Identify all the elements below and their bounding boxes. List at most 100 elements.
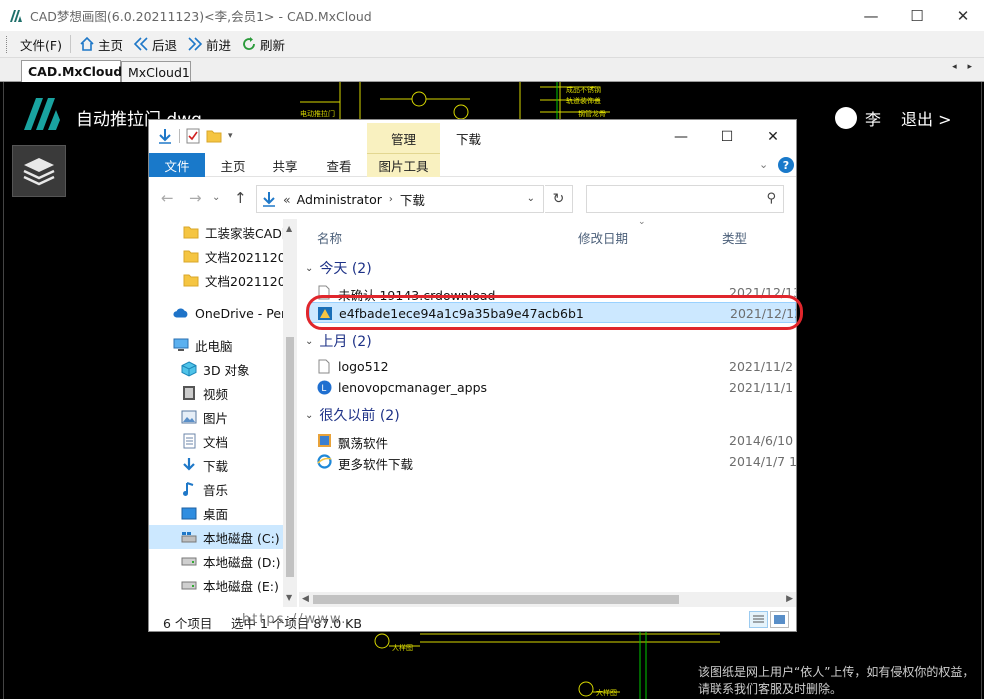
- explorer-minimize-button[interactable]: —: [658, 120, 704, 153]
- file-menu[interactable]: 文件(F): [15, 33, 67, 55]
- column-header-name[interactable]: 名称: [317, 228, 342, 247]
- column-header-type[interactable]: 类型: [722, 228, 747, 247]
- cad-annotation: 成品不锈钢: [566, 86, 601, 94]
- ribbon-tab-picture-tools[interactable]: 图片工具: [367, 153, 440, 177]
- scroll-down-icon[interactable]: ▼: [286, 593, 292, 602]
- table-row-selected[interactable]: e4fbade1ece94a1c9a35ba9e47acb6b1 2021/12…: [309, 302, 796, 323]
- breadcrumb-chevron-icon[interactable]: ›: [389, 194, 393, 205]
- ribbon-tabs: 文件 主页 共享 查看 图片工具 ⌄ ?: [149, 153, 796, 177]
- ribbon-tab-home[interactable]: 主页: [207, 153, 259, 177]
- nav-forward-icon[interactable]: →: [189, 189, 202, 207]
- tab-cad-mxcloud[interactable]: CAD.MxCloud: [21, 60, 122, 82]
- breadcrumb-downloads[interactable]: 下载: [400, 190, 425, 209]
- nav-up-icon[interactable]: ↑: [234, 189, 247, 207]
- table-row[interactable]: 未确认 19143.crdownload 2021/12/13 15:06 CR…: [299, 282, 796, 303]
- tab-mxcloud1[interactable]: MxCloud1: [121, 61, 191, 82]
- large-icons-view-button[interactable]: [770, 611, 789, 628]
- toolbar-grip[interactable]: [6, 35, 9, 53]
- document-icon: [181, 433, 197, 449]
- nav-item-downloads[interactable]: 下载: [149, 453, 283, 477]
- forward-button[interactable]: 前进: [182, 33, 236, 55]
- recent-locations-icon[interactable]: ⌄: [212, 192, 220, 203]
- nav-item-this-pc[interactable]: 此电脑: [149, 333, 283, 357]
- cad-annotation: 大样图: [392, 644, 413, 652]
- properties-icon[interactable]: [186, 128, 200, 144]
- nav-pane-scrollbar[interactable]: ▲ ▼: [283, 219, 297, 607]
- search-input[interactable]: ⚲: [586, 185, 784, 213]
- table-row[interactable]: L lenovopcmanager_apps 2021/11/1 16:51 应…: [299, 377, 796, 398]
- group-header-long-ago[interactable]: ⌄ 很久以前 (2): [305, 405, 400, 425]
- back-button[interactable]: 后退: [128, 33, 182, 55]
- table-row[interactable]: logo512 2021/11/2 14:00 PNG 文件: [299, 356, 796, 377]
- cad-annotation: 轨道装饰盖: [566, 97, 601, 105]
- layers-button[interactable]: [12, 145, 66, 197]
- cad-annotation: 大样图: [596, 689, 617, 697]
- scroll-right-icon[interactable]: ▶: [786, 594, 793, 604]
- nav-item-music[interactable]: 音乐: [149, 477, 283, 501]
- help-icon[interactable]: ?: [778, 157, 794, 173]
- group-header-last-month[interactable]: ⌄ 上月 (2): [305, 331, 372, 351]
- avatar[interactable]: [835, 107, 857, 129]
- nav-item-videos[interactable]: 视频: [149, 381, 283, 405]
- explorer-title: 下载: [456, 132, 482, 147]
- nav-item-drive-e[interactable]: 本地磁盘 (E:): [149, 573, 283, 597]
- ribbon-tab-share[interactable]: 共享: [259, 153, 311, 177]
- group-header-today[interactable]: ⌄ 今天 (2): [305, 258, 372, 278]
- nav-item-desktop[interactable]: 桌面: [149, 501, 283, 525]
- column-header-date[interactable]: 修改日期: [578, 228, 628, 247]
- nav-item-3d-objects[interactable]: 3D 对象: [149, 357, 283, 381]
- scroll-left-icon[interactable]: ◀: [302, 594, 309, 604]
- download-location-icon: [263, 192, 275, 207]
- app-icon: L: [316, 379, 332, 395]
- address-box[interactable]: « Administrator › 下载 ⌄: [256, 185, 544, 213]
- nav-item-folder[interactable]: 工装家装CAD图: [149, 220, 283, 244]
- breadcrumb-overflow[interactable]: «: [283, 192, 291, 207]
- scroll-up-icon[interactable]: ▲: [286, 224, 292, 233]
- table-row[interactable]: 飘荡软件 2014/6/10 6:06 Internet 快捷方式: [299, 430, 796, 451]
- file-list-horizontal-scrollbar[interactable]: ◀ ▶: [299, 592, 796, 607]
- group-collapse-icon[interactable]: ⌄: [305, 263, 313, 274]
- group-collapse-icon[interactable]: ⌄: [305, 410, 313, 421]
- user-area: 李 退出 >: [835, 106, 952, 130]
- nav-item-folder[interactable]: 文档20211209: [149, 268, 283, 292]
- nav-item-folder[interactable]: 文档20211208: [149, 244, 283, 268]
- nav-item-documents[interactable]: 文档: [149, 429, 283, 453]
- context-tab-manage[interactable]: 管理: [367, 123, 440, 153]
- qa-customize-icon[interactable]: ▾: [228, 131, 233, 141]
- music-icon: [181, 481, 197, 497]
- cube-icon: [181, 361, 197, 377]
- nav-item-pictures[interactable]: 图片: [149, 405, 283, 429]
- details-view-button[interactable]: [749, 611, 768, 628]
- group-collapse-icon[interactable]: ⌄: [305, 336, 313, 347]
- tab-scroll-arrows[interactable]: ◂ ▸: [952, 62, 976, 72]
- home-button[interactable]: 主页: [74, 33, 128, 55]
- download-arrow-icon: [159, 129, 171, 144]
- hscroll-thumb[interactable]: [313, 595, 679, 604]
- home-icon: [80, 36, 94, 51]
- refresh-button[interactable]: 刷新: [236, 33, 290, 55]
- address-dropdown-icon[interactable]: ⌄: [527, 193, 535, 204]
- maximize-button[interactable]: ☐: [894, 0, 940, 31]
- new-folder-icon[interactable]: [206, 129, 222, 143]
- nav-item-onedrive[interactable]: OneDrive - Personal: [149, 301, 283, 325]
- nav-item-drive-d[interactable]: 本地磁盘 (D:): [149, 549, 283, 573]
- nav-scroll-thumb[interactable]: [286, 337, 294, 577]
- explorer-close-button[interactable]: ✕: [750, 120, 796, 153]
- nav-back-icon[interactable]: ←: [161, 189, 174, 207]
- close-button[interactable]: ✕: [940, 0, 984, 31]
- ribbon-tab-view[interactable]: 查看: [313, 153, 365, 177]
- folder-icon: [183, 224, 199, 240]
- refresh-address-icon[interactable]: ↻: [545, 185, 573, 213]
- logout-button[interactable]: 退出 >: [901, 106, 952, 130]
- ribbon-expand-icon[interactable]: ⌄: [759, 158, 768, 171]
- table-row[interactable]: 更多软件下载 2014/1/7 11:40 Internet 快捷方式: [299, 451, 796, 472]
- minimize-button[interactable]: —: [848, 0, 894, 31]
- copyright-disclaimer: 该图纸是网上用户“依人”上传，如有侵权你的权益，请联系我们客服及时删除。: [698, 665, 975, 696]
- drive-icon: [181, 577, 197, 593]
- toolbar-separator: [69, 35, 71, 53]
- explorer-maximize-button[interactable]: ☐: [704, 120, 750, 153]
- nav-item-drive-c[interactable]: 本地磁盘 (C:): [149, 525, 283, 549]
- view-switcher: [749, 611, 789, 628]
- ribbon-tab-file[interactable]: 文件: [149, 153, 205, 177]
- breadcrumb-administrator[interactable]: Administrator: [297, 192, 382, 207]
